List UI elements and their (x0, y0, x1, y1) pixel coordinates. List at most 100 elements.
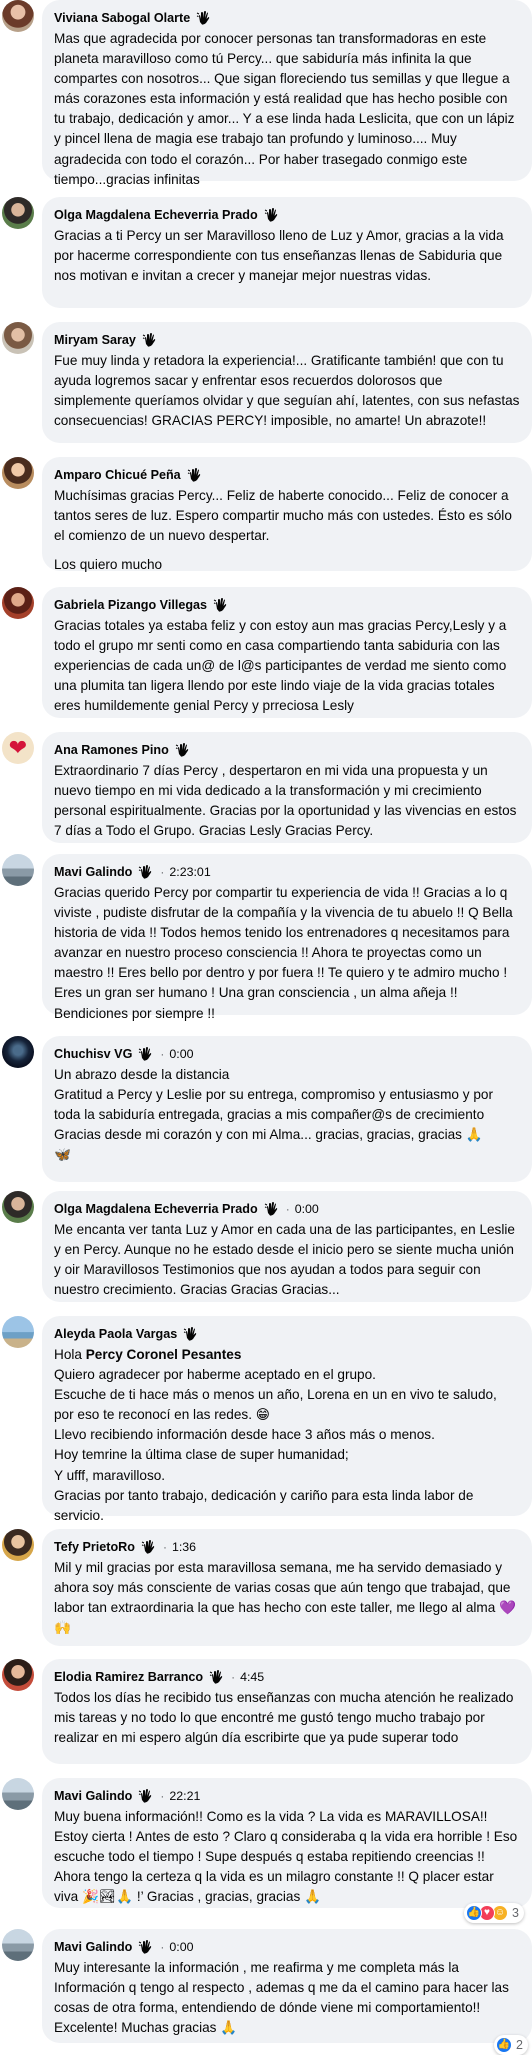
comment-text: Extraordinario 7 días Percy , despertaro… (54, 763, 517, 839)
comment-text: Un abrazo desde la distancia Gratitud a … (54, 1067, 493, 1163)
comment-text: Mas que agradecida por conocer personas … (54, 31, 515, 187)
timestamp-link[interactable]: 22:21 (169, 1789, 200, 1803)
reactions-count: 2 (516, 2038, 523, 2052)
author-name[interactable]: Chuchisv VG (54, 1047, 132, 1061)
comment-text: Muchísimas gracias Percy... Feliz de hab… (54, 488, 512, 544)
mention-link[interactable]: Percy Coronel Pesantes (86, 1347, 242, 1362)
wave-hand-icon (196, 10, 212, 26)
separator-dot: · (160, 1047, 165, 1061)
wave-hand-icon (213, 597, 229, 613)
timestamp-link[interactable]: 0:00 (169, 1047, 193, 1061)
profile-photo-icon (2, 197, 34, 229)
avatar[interactable] (2, 457, 34, 489)
wave-hand-icon (187, 467, 203, 483)
avatar[interactable] (2, 854, 34, 886)
comment-bubble: Chuchisv VG · 0:00 Un abrazo desde la dist… (42, 1036, 532, 1182)
avatar[interactable]: ❤ (2, 732, 34, 764)
comment-bubble: Tefy PrietoRo · 1:36 Mil y mil gracias por… (42, 1529, 532, 1646)
comment-bubble: Mavi Galindo · 2:23:01 Gracias querido Per… (42, 854, 532, 1021)
avatar[interactable] (2, 1036, 34, 1068)
profile-photo-icon (2, 1929, 34, 1961)
comment-bubble: Amparo Chicué Peña Muchísimas gracias Pe… (42, 457, 532, 572)
author-name[interactable]: Tefy PrietoRo (54, 1540, 135, 1554)
wave-hand-icon (138, 1046, 154, 1062)
avatar[interactable] (2, 1929, 34, 1961)
avatar[interactable] (2, 1316, 34, 1348)
author-name[interactable]: Amparo Chicué Peña (54, 468, 181, 482)
author-name[interactable]: Gabriela Pizango Villegas (54, 598, 207, 612)
separator-dot: · (285, 1202, 290, 1216)
comment-bubble: Aleyda Paola Vargas Hola Percy Coronel P… (42, 1316, 532, 1523)
profile-photo-icon (2, 0, 34, 32)
author-name[interactable]: Olga Magdalena Echeverria Prado (54, 208, 258, 222)
comment-text-2: Los quiero mucho (54, 557, 163, 573)
comment-text: Muy interesante la información , me reaf… (54, 1960, 509, 2036)
wave-hand-icon (138, 1788, 154, 1804)
avatar[interactable] (2, 1659, 34, 1691)
comment-bubble: Olga Magdalena Echeverria Prado Gracias … (42, 197, 532, 308)
author-name[interactable]: Mavi Galindo (54, 1940, 132, 1954)
author-name[interactable]: Ana Ramones Pino (54, 743, 169, 757)
avatar[interactable] (2, 1191, 34, 1223)
separator-dot: · (160, 865, 165, 879)
profile-photo-icon (2, 1036, 34, 1068)
profile-photo-icon (2, 457, 34, 489)
wave-hand-icon (138, 1939, 154, 1955)
timestamp-link[interactable]: 4:45 (240, 1670, 264, 1684)
comment-bubble: Ana Ramones Pino Extraordinario 7 días P… (42, 732, 532, 843)
comment-bubble: Elodia Ramirez Barranco · 4:45 Todos los d… (42, 1659, 532, 1764)
wave-hand-icon (209, 1669, 225, 1685)
comment-text: Fue muy linda y retadora la experiencia!… (54, 353, 520, 429)
separator-dot: · (162, 1540, 167, 1554)
reactions-summary[interactable]: 👍 2 (494, 2035, 528, 2055)
avatar[interactable] (2, 0, 34, 32)
avatar[interactable] (2, 322, 34, 354)
comment-bubble: Viviana Sabogal Olarte Mas que agradecid… (42, 0, 532, 187)
wave-hand-icon (264, 1201, 280, 1217)
separator-dot: · (160, 1789, 165, 1803)
author-name[interactable]: Olga Magdalena Echeverria Prado (54, 1202, 258, 1216)
comment-text: Me encanta ver tanta Luz y Amor en cada … (54, 1222, 515, 1298)
avatar[interactable] (2, 197, 34, 229)
author-name[interactable]: Mavi Galindo (54, 1789, 132, 1803)
profile-photo-icon (2, 854, 34, 886)
avatar[interactable] (2, 587, 34, 619)
wave-hand-icon (141, 1539, 157, 1555)
author-name[interactable]: Miryam Saray (54, 333, 136, 347)
author-name[interactable]: Viviana Sabogal Olarte (54, 11, 190, 25)
profile-photo-icon (2, 1659, 34, 1691)
author-name[interactable]: Mavi Galindo (54, 865, 132, 879)
avatar[interactable] (2, 1529, 34, 1561)
reactions-count: 3 (512, 1906, 519, 1920)
comment-text: Todos los días he recibido tus enseñanza… (54, 1690, 514, 1746)
timestamp-link[interactable]: 0:00 (169, 1940, 193, 1954)
wave-hand-icon (264, 207, 280, 223)
greeting-text: Hola (54, 1347, 86, 1362)
comment-text-intro: Hola Percy Coronel Pesantes (54, 1345, 520, 1365)
avatar[interactable] (2, 1778, 34, 1810)
profile-photo-icon (2, 1778, 34, 1810)
profile-photo-icon (2, 1316, 34, 1348)
author-name[interactable]: Aleyda Paola Vargas (54, 1327, 177, 1341)
comment-bubble: Olga Magdalena Echeverria Prado · 0:00 Me … (42, 1191, 532, 1302)
wave-hand-icon (175, 742, 191, 758)
wave-hand-icon (183, 1326, 199, 1342)
like-reaction-icon: 👍 (466, 1905, 482, 1921)
comment-text: Gracias totales ya estaba feliz y con es… (54, 618, 507, 714)
comment-bubble: Gabriela Pizango Villegas Gracias totale… (42, 587, 532, 718)
comment-bubble: Mavi Galindo · 22:21 Muy buena información… (42, 1778, 532, 1908)
comment-bubble: Mavi Galindo · 0:00 Muy interesante la inf… (42, 1929, 532, 2043)
comment-text: Muy buena información!! Como es la vida … (54, 1809, 518, 1905)
timestamp-link[interactable]: 2:23:01 (169, 865, 210, 879)
timestamp-link[interactable]: 1:36 (172, 1540, 196, 1554)
wave-hand-icon (142, 332, 158, 348)
timestamp-link[interactable]: 0:00 (295, 1202, 319, 1216)
separator-dot: · (231, 1670, 236, 1684)
reactions-summary[interactable]: 👍 ♥ ☺ 3 (464, 1903, 524, 1923)
wave-hand-icon (138, 864, 154, 880)
comment-feed: Viviana Sabogal Olarte Mas que agradecid… (0, 0, 532, 2055)
separator-dot: · (160, 1940, 165, 1954)
comment-text: Gracias querido Percy por compartir tu e… (54, 885, 513, 1021)
author-name[interactable]: Elodia Ramirez Barranco (54, 1670, 203, 1684)
profile-photo-icon (2, 322, 34, 354)
